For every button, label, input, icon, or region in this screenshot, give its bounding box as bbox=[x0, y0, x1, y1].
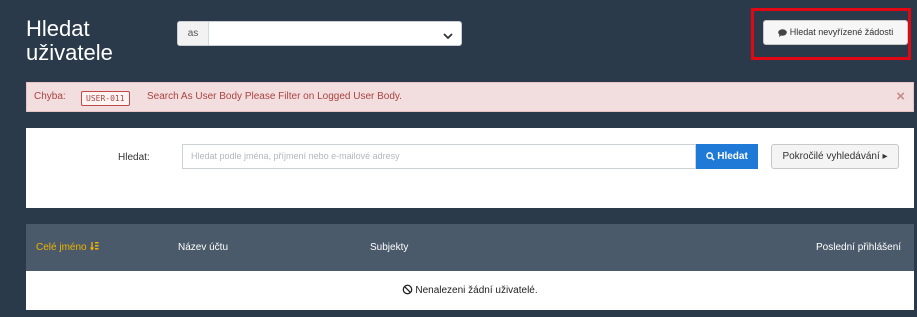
search-pending-requests-button[interactable]: Hledat nevyřízené žádosti bbox=[763, 20, 908, 45]
advanced-search-button[interactable]: Pokročilé vyhledávání ▸ bbox=[771, 144, 899, 169]
comment-icon bbox=[777, 27, 790, 37]
empty-state: Nenalezeni žádní uživatelé. bbox=[26, 284, 914, 296]
column-full-name[interactable]: Celé jméno bbox=[36, 224, 99, 271]
error-code-badge: USER-011 bbox=[81, 91, 130, 106]
search-button[interactable]: Hledat bbox=[696, 144, 758, 169]
search-icon bbox=[706, 151, 717, 162]
users-table-header: Celé jméno Název účtu Subjekty Poslední … bbox=[26, 224, 914, 271]
error-message: Search As User Body Please Filter on Log… bbox=[147, 91, 402, 102]
users-table-body: Nenalezeni žádní uživatelé. bbox=[26, 271, 914, 310]
close-icon[interactable]: × bbox=[896, 83, 905, 111]
search-as-select[interactable]: as bbox=[177, 21, 462, 46]
empty-state-text: Nenalezeni žádní uživatelé. bbox=[415, 285, 538, 296]
search-input[interactable]: Hledat podle jména, příjmení nebo e-mail… bbox=[182, 144, 696, 169]
chevron-down-icon bbox=[443, 28, 453, 40]
column-subjects[interactable]: Subjekty bbox=[370, 224, 408, 271]
column-account-name[interactable]: Název účtu bbox=[178, 224, 228, 271]
ban-icon bbox=[402, 284, 415, 296]
page-title: Hledat uživatele bbox=[26, 16, 113, 65]
sort-icon bbox=[87, 241, 99, 254]
as-prefix: as bbox=[178, 22, 209, 45]
column-last-login[interactable]: Poslední přihlášení bbox=[816, 224, 906, 271]
search-panel: Hledat: Hledat podle jména, příjmení neb… bbox=[26, 128, 914, 208]
error-alert: Chyba: USER-011 Search As User Body Plea… bbox=[26, 82, 914, 112]
pending-button-label: Hledat nevyřízené žádosti bbox=[789, 27, 894, 37]
search-button-label: Hledat bbox=[717, 151, 748, 162]
search-label: Hledat: bbox=[118, 152, 150, 163]
error-label: Chyba: bbox=[34, 91, 66, 102]
column-full-name-label: Celé jméno bbox=[36, 242, 87, 253]
